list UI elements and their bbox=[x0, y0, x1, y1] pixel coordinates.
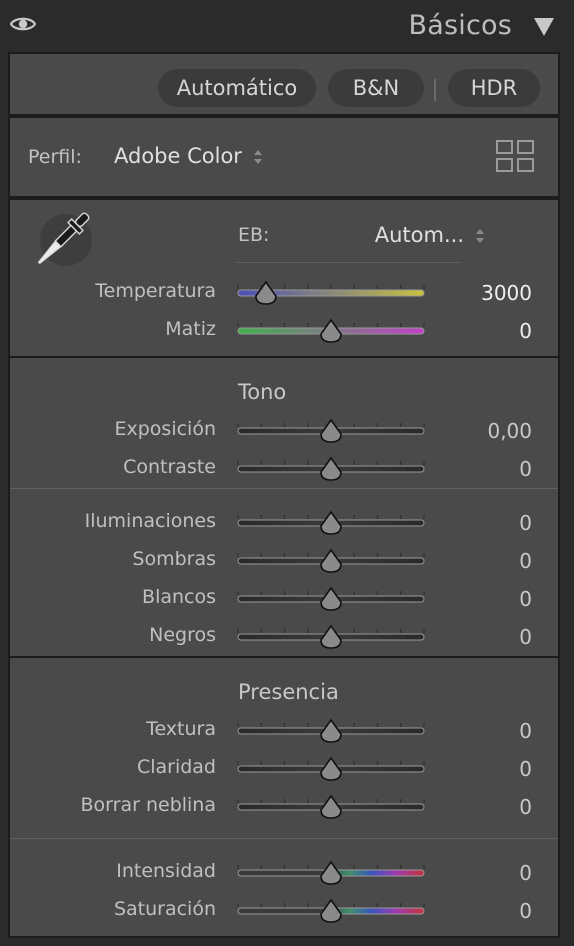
grid-icon[interactable] bbox=[496, 140, 534, 172]
exposure-slider[interactable] bbox=[236, 416, 426, 446]
presence-title: Presencia bbox=[238, 680, 339, 704]
slider-thumb bbox=[320, 456, 342, 481]
highlights-value[interactable]: 0 bbox=[519, 511, 532, 535]
highlights-label: Iluminaciones bbox=[84, 510, 216, 532]
dehaze-label: Borrar neblina bbox=[80, 794, 216, 816]
dehaze-value[interactable]: 0 bbox=[519, 795, 532, 819]
whites-slider[interactable] bbox=[236, 584, 426, 614]
bw-button[interactable]: B&N bbox=[328, 69, 424, 107]
slider-thumb bbox=[320, 898, 342, 923]
tone-section: Tono Exposición 0,00 Contraste 0 Ilumina… bbox=[8, 356, 560, 658]
contrast-label: Contraste bbox=[123, 456, 216, 478]
eyedropper-icon[interactable] bbox=[26, 206, 96, 276]
wb-underline bbox=[236, 262, 462, 263]
divider bbox=[10, 488, 558, 489]
slider-thumb bbox=[320, 794, 342, 819]
blacks-slider[interactable] bbox=[236, 622, 426, 652]
contrast-value[interactable]: 0 bbox=[519, 457, 532, 481]
saturation-value[interactable]: 0 bbox=[519, 899, 532, 923]
tint-value[interactable]: 0 bbox=[519, 319, 532, 343]
saturation-label: Saturación bbox=[113, 898, 216, 920]
saturation-slider[interactable] bbox=[236, 896, 426, 926]
temperature-slider[interactable] bbox=[236, 278, 426, 308]
automatic-button[interactable]: Automático bbox=[158, 69, 316, 107]
texture-label: Textura bbox=[146, 718, 216, 740]
wb-dropdown[interactable]: Autom... bbox=[375, 223, 486, 247]
profile-section: Perfil: Adobe Color bbox=[8, 116, 560, 198]
triangle-down-icon[interactable] bbox=[534, 18, 554, 36]
hdr-button[interactable]: HDR bbox=[448, 69, 540, 107]
dehaze-slider[interactable] bbox=[236, 792, 426, 822]
slider-thumb bbox=[320, 718, 342, 743]
slider-thumb bbox=[320, 318, 342, 343]
vibrance-label: Intensidad bbox=[116, 860, 216, 882]
tone-title: Tono bbox=[238, 380, 287, 404]
divider bbox=[434, 79, 436, 101]
wb-label: EB: bbox=[238, 224, 270, 246]
slider-thumb bbox=[320, 510, 342, 535]
whites-value[interactable]: 0 bbox=[519, 587, 532, 611]
vibrance-value[interactable]: 0 bbox=[519, 861, 532, 885]
slider-thumb bbox=[255, 280, 277, 305]
eye-icon[interactable] bbox=[10, 15, 36, 33]
profile-value: Adobe Color bbox=[114, 144, 242, 168]
contrast-slider[interactable] bbox=[236, 454, 426, 484]
slider-thumb bbox=[320, 586, 342, 611]
tint-slider[interactable] bbox=[236, 316, 426, 346]
clarity-slider[interactable] bbox=[236, 754, 426, 784]
whites-label: Blancos bbox=[142, 586, 216, 608]
shadows-slider[interactable] bbox=[236, 546, 426, 576]
divider bbox=[10, 838, 558, 839]
panel-header[interactable]: Básicos bbox=[0, 0, 574, 52]
clarity-label: Claridad bbox=[136, 756, 216, 778]
presence-section: Presencia Textura 0 Claridad 0 Borrar ne… bbox=[8, 656, 560, 938]
profile-dropdown[interactable]: Adobe Color bbox=[114, 144, 264, 168]
clarity-value[interactable]: 0 bbox=[519, 757, 532, 781]
white-balance-section: EB: Autom... Temperatura 3000 Matiz 0 bbox=[8, 198, 560, 358]
temperature-value[interactable]: 3000 bbox=[481, 281, 532, 305]
temperature-label: Temperatura bbox=[95, 280, 216, 302]
blacks-label: Negros bbox=[149, 624, 216, 646]
slider-thumb bbox=[320, 860, 342, 885]
slider-thumb bbox=[320, 418, 342, 443]
highlights-slider[interactable] bbox=[236, 508, 426, 538]
slider-thumb bbox=[320, 756, 342, 781]
exposure-label: Exposición bbox=[114, 418, 216, 440]
shadows-value[interactable]: 0 bbox=[519, 549, 532, 573]
shadows-label: Sombras bbox=[132, 548, 216, 570]
vibrance-slider[interactable] bbox=[236, 858, 426, 888]
panel-title: Básicos bbox=[408, 10, 512, 41]
treatment-section: Automático B&N HDR bbox=[8, 52, 560, 116]
blacks-value[interactable]: 0 bbox=[519, 625, 532, 649]
updown-arrows-icon bbox=[476, 229, 484, 243]
slider-thumb bbox=[320, 548, 342, 573]
exposure-value[interactable]: 0,00 bbox=[487, 419, 532, 443]
tint-label: Matiz bbox=[165, 318, 216, 340]
texture-slider[interactable] bbox=[236, 716, 426, 746]
wb-value: Autom... bbox=[374, 223, 464, 247]
texture-value[interactable]: 0 bbox=[519, 719, 532, 743]
slider-thumb bbox=[320, 624, 342, 649]
profile-label: Perfil: bbox=[28, 146, 82, 168]
updown-arrows-icon bbox=[253, 150, 262, 164]
